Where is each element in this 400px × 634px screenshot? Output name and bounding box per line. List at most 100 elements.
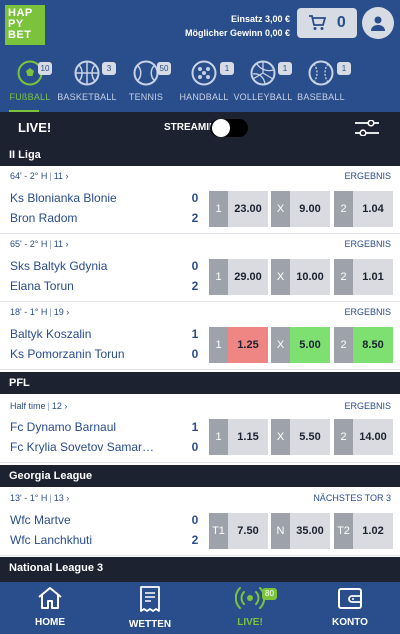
- match-row[interactable]: 64' - 2° H | 11 › ERGEBNIS Ks Blonianka Bl…: [0, 166, 400, 234]
- odd-value: 1.04: [353, 191, 393, 227]
- home-team: Sks Baltyk Gdynia: [10, 259, 108, 273]
- odd-button-2[interactable]: 2 1.01: [334, 259, 393, 295]
- odd-value: 1.01: [353, 259, 393, 295]
- odd-label: 1: [209, 259, 228, 295]
- odd-button-t1[interactable]: T1 7.50: [209, 513, 268, 549]
- home-score: 1: [191, 327, 199, 341]
- home-team: Baltyk Koszalin: [10, 327, 92, 341]
- live-title: LIVE!: [18, 120, 52, 135]
- away-score: 0: [191, 440, 199, 454]
- logo-line: BET: [8, 29, 32, 41]
- away-score: 2: [191, 211, 199, 225]
- odd-label: X: [271, 419, 290, 455]
- odd-value-increased: 5.00: [290, 327, 330, 363]
- odd-button-x[interactable]: X 10.00: [271, 259, 330, 295]
- user-icon: [371, 16, 385, 31]
- market-count[interactable]: 11: [54, 239, 63, 249]
- odd-button-t2[interactable]: T2 1.02: [334, 513, 393, 549]
- filter-icon[interactable]: [354, 120, 380, 136]
- odd-label: 2: [334, 191, 353, 227]
- nav-label: WETTEN: [128, 619, 172, 630]
- match-row[interactable]: Half time | 12 › ERGEBNIS Fc Dynamo Barnau…: [0, 396, 400, 463]
- market-name: ERGEBNIS: [344, 239, 391, 249]
- odd-label: T2: [334, 513, 353, 549]
- away-team: Fc Krylia Sovetov Samar…: [10, 440, 155, 454]
- odd-label: X: [271, 191, 290, 227]
- odd-label: X: [271, 259, 290, 295]
- away-team: Bron Radom: [10, 211, 78, 225]
- odd-button-x[interactable]: X 5.50: [271, 419, 330, 455]
- toggle-knob: [212, 119, 230, 137]
- odd-button-2[interactable]: 2 8.50: [334, 327, 393, 363]
- nav-wetten[interactable]: WETTEN: [100, 586, 200, 630]
- market-count[interactable]: 12: [52, 401, 62, 411]
- odd-value: 5.50: [290, 419, 330, 455]
- tennis-ball-icon: [133, 60, 159, 86]
- away-score: 2: [191, 533, 199, 547]
- odd-label: 1: [209, 327, 228, 363]
- wallet-icon: [338, 588, 362, 609]
- odd-label: X: [271, 327, 290, 363]
- odd-button-x[interactable]: X 5.00: [271, 327, 330, 363]
- odd-value: 1.15: [228, 419, 268, 455]
- market-name: NÄCHSTES TOR 3: [313, 493, 391, 503]
- nav-label: LIVE!: [237, 617, 263, 628]
- match-row[interactable]: 65' - 2° H | 11 › ERGEBNIS Sks Baltyk Gdyn…: [0, 234, 400, 302]
- home-score: 0: [191, 513, 199, 527]
- odd-button-1[interactable]: 1 1.25: [209, 327, 268, 363]
- streaming-toggle[interactable]: [210, 119, 248, 137]
- tab-baseball[interactable]: 1 BASEBALL: [286, 58, 356, 102]
- odd-button-1[interactable]: 1 29.00: [209, 259, 268, 295]
- market-name: ERGEBNIS: [344, 401, 391, 411]
- odd-button-2[interactable]: 2 14.00: [334, 419, 393, 455]
- match-meta: 13' - 1° H | 13 ›: [10, 493, 70, 503]
- league-header[interactable]: Georgia League: [0, 465, 400, 487]
- odd-button-2[interactable]: 2 1.04: [334, 191, 393, 227]
- league-header[interactable]: II Liga: [0, 144, 400, 166]
- market-count[interactable]: 13: [54, 493, 64, 503]
- nav-home[interactable]: HOME: [0, 586, 100, 628]
- nav-live[interactable]: 80 LIVE!: [200, 586, 300, 628]
- match-meta: Half time | 12 ›: [10, 401, 68, 411]
- live-toolbar: LIVE! STREAMING: [0, 112, 400, 144]
- away-team: Wfc Lanchkhuti: [10, 533, 93, 547]
- tab-label: BASEBALL: [297, 92, 345, 102]
- odd-value: 10.00: [290, 259, 330, 295]
- market-count[interactable]: 11: [54, 171, 63, 181]
- basketball-icon: [74, 60, 100, 86]
- home-team: Wfc Martve: [10, 513, 71, 527]
- market-count[interactable]: 19: [54, 307, 64, 317]
- match-row[interactable]: 18' - 1° H | 19 › ERGEBNIS Baltyk Koszalin…: [0, 302, 400, 370]
- bet-summary: Einsatz 3,00 € Möglicher Gewinn 0,00 €: [185, 12, 290, 40]
- league-header[interactable]: National League 3: [0, 557, 400, 582]
- betslip-button[interactable]: 0: [297, 8, 357, 38]
- odd-button-1[interactable]: 1 23.00: [209, 191, 268, 227]
- market-name: ERGEBNIS: [344, 171, 391, 181]
- handball-icon: [191, 60, 217, 86]
- cart-icon: [309, 15, 327, 30]
- odd-button-1[interactable]: 1 1.15: [209, 419, 268, 455]
- match-row[interactable]: 13' - 1° H | 13 › NÄCHSTES TOR 3 Wfc Martv…: [0, 488, 400, 556]
- betslip-count: 0: [336, 14, 346, 31]
- nav-konto[interactable]: KONTO: [300, 586, 400, 628]
- odd-button-x[interactable]: X 9.00: [271, 191, 330, 227]
- odd-label: 2: [334, 327, 353, 363]
- home-team: Fc Dynamo Barnaul: [10, 420, 117, 434]
- odd-button-n[interactable]: N 35.00: [271, 513, 330, 549]
- league-header[interactable]: PFL: [0, 372, 400, 394]
- odd-value-decreased: 1.25: [228, 327, 268, 363]
- account-button[interactable]: [362, 7, 394, 39]
- odd-label: N: [271, 513, 290, 549]
- away-score: 0: [191, 347, 199, 361]
- odd-value: 23.00: [228, 191, 268, 227]
- odd-label: 2: [334, 419, 353, 455]
- baseball-icon: [308, 60, 334, 86]
- happybet-logo[interactable]: HAP PY BET: [5, 5, 45, 45]
- odd-value-increased: 8.50: [353, 327, 393, 363]
- home-score: 1: [191, 420, 199, 434]
- odd-value: 14.00: [353, 419, 393, 455]
- match-time: 65' - 2° H: [10, 239, 48, 249]
- potential-win-text: Möglicher Gewinn 0,00 €: [184, 28, 290, 38]
- match-time: 64' - 2° H: [10, 171, 48, 181]
- tab-count-badge: 10: [38, 62, 52, 75]
